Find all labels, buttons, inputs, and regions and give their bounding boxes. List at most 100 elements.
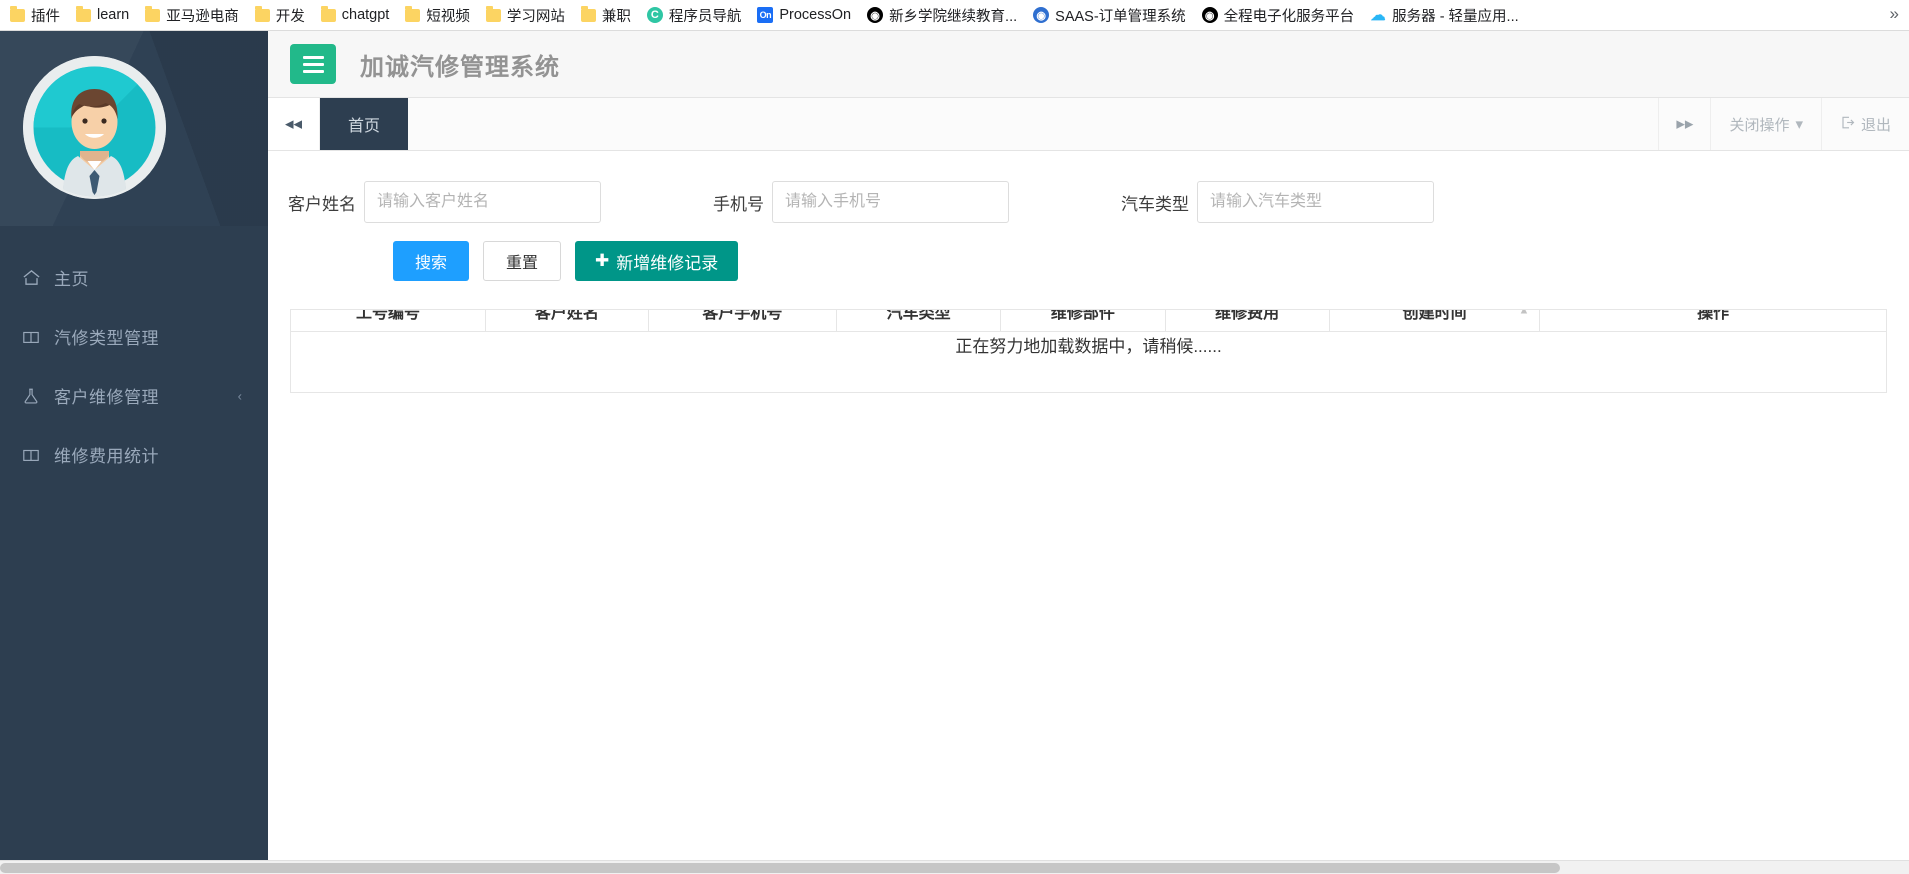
sidebar-item-repair-type[interactable]: 汽修类型管理 [0, 307, 268, 366]
tab-home[interactable]: 首页 [320, 98, 409, 150]
table-header: 工号编号 客户姓名 客户手机号 汽车类型 维修部件 维修费用 创建时间 ▲ 操作 [291, 309, 1886, 332]
logout-button[interactable]: 退出 [1820, 98, 1909, 150]
sidebar-item-label: 客户维修管理 [54, 388, 159, 407]
bookmark-item[interactable]: ◉ SAAS-订单管理系统 [1033, 5, 1186, 26]
close-operations-label: 关闭操作 [1729, 116, 1790, 134]
c-badge-icon: C [646, 7, 663, 23]
folder-icon [254, 5, 270, 22]
chevron-down-icon: ▾ [1795, 116, 1803, 133]
search-actions: 搜索 重置 ✚ 新增维修记录 [268, 223, 1909, 281]
phone-input[interactable] [772, 181, 1009, 223]
field-car-type: 汽车类型 [1121, 181, 1434, 223]
logout-icon [1840, 115, 1855, 134]
hamburger-bar [302, 55, 324, 59]
close-operations-menu[interactable]: 关闭操作 ▾ [1710, 98, 1821, 150]
bookmark-item[interactable]: 插件 [10, 5, 60, 26]
sidebar-item-customer-repair[interactable]: 客户维修管理 ‹ [0, 366, 268, 425]
bookmark-item[interactable]: ◉ 全程电子化服务平台 [1201, 5, 1355, 26]
app-header: 加诚汽修管理系统 [268, 31, 1909, 98]
column-header-car-type[interactable]: 汽车类型 [836, 310, 1002, 332]
flask-icon [22, 387, 50, 405]
globe-icon: ◉ [867, 7, 884, 23]
hamburger-bar [302, 62, 324, 66]
bookmark-item[interactable]: learn [76, 5, 130, 23]
bookmark-item[interactable]: ◉ 新乡学院继续教育... [867, 5, 1017, 26]
bookmark-item[interactable]: 开发 [254, 5, 305, 26]
field-label: 汽车类型 [1121, 194, 1189, 214]
bookmark-item[interactable]: 亚马逊电商 [145, 5, 239, 26]
data-table: 工号编号 客户姓名 客户手机号 汽车类型 维修部件 维修费用 创建时间 ▲ 操作 [291, 309, 1886, 332]
bookmark-item[interactable]: C 程序员导航 [646, 5, 742, 26]
bookmark-item[interactable]: 学习网站 [485, 5, 565, 26]
bookmark-label: 开发 [275, 8, 305, 25]
column-header-customer-phone[interactable]: 客户手机号 [648, 310, 837, 332]
cloud-icon: ☁ [1370, 7, 1387, 24]
column-header-customer-name[interactable]: 客户姓名 [485, 310, 649, 332]
add-repair-record-button[interactable]: ✚ 新增维修记录 [575, 241, 739, 281]
sort-ascending-icon[interactable]: ▲ [1518, 310, 1529, 316]
bookmark-label: 兼职 [601, 8, 631, 25]
folder-icon [76, 5, 91, 22]
sidebar-menu: 主页 汽修类型管理 客户维修管理 ‹ 维修费用统计 [0, 226, 268, 484]
bookmark-label: ProcessOn [779, 7, 852, 23]
sidebar-item-label: 维修费用统计 [54, 447, 159, 466]
field-customer-name: 客户姓名 [288, 181, 601, 223]
bookmarks-overflow-button[interactable]: » [1890, 4, 1899, 24]
horizontal-scrollbar[interactable] [0, 860, 1909, 874]
add-repair-record-label: 新增维修记录 [616, 253, 719, 273]
bookmark-label: learn [97, 7, 130, 23]
bookmark-label: 服务器 - 轻量应用... [1392, 8, 1519, 25]
plus-icon: ✚ [595, 251, 610, 270]
table-header-row: 工号编号 客户姓名 客户手机号 汽车类型 维修部件 维修费用 创建时间 ▲ 操作 [291, 309, 1886, 332]
folder-icon [485, 5, 501, 22]
bookmark-label: SAAS-订单管理系统 [1055, 8, 1186, 25]
search-form: 客户姓名 手机号 汽车类型 [268, 151, 1909, 223]
column-header-work-no[interactable]: 工号编号 [291, 310, 487, 332]
chevron-double-right-icon[interactable]: ▸▸ [1658, 98, 1710, 150]
bookmark-item[interactable]: On ProcessOn [757, 7, 851, 23]
globe-icon: ◉ [1201, 7, 1218, 23]
folder-icon [10, 5, 25, 22]
horizontal-scrollbar-thumb[interactable] [0, 863, 1560, 873]
avatar[interactable] [23, 56, 166, 199]
columns-icon [22, 446, 50, 464]
car-type-input[interactable] [1197, 181, 1434, 223]
column-header-create-time[interactable]: 创建时间 ▲ [1329, 309, 1541, 332]
bookmark-item[interactable]: chatgpt [320, 5, 390, 23]
sidebar-item-repair-cost-stats[interactable]: 维修费用统计 [0, 425, 268, 484]
sidebar: 主页 汽修类型管理 客户维修管理 ‹ 维修费用统计 [0, 31, 268, 874]
home-icon [22, 268, 50, 287]
folder-icon [145, 5, 161, 22]
search-button[interactable]: 搜索 [393, 241, 470, 281]
page-title: 加诚汽修管理系统 [360, 53, 560, 81]
bookmark-label: chatgpt [341, 7, 390, 23]
bookmark-item[interactable]: 兼职 [580, 5, 631, 26]
tab-bar: ◂◂ 首页 ▸▸ 关闭操作 ▾ 退出 [268, 98, 1909, 151]
bookmark-label: 新乡学院继续教育... [889, 8, 1018, 25]
column-header-create-time-label: 创建时间 [1402, 309, 1467, 322]
column-header-actions[interactable]: 操作 [1539, 310, 1886, 332]
columns-icon [22, 328, 50, 346]
bookmark-item[interactable]: ☁ 服务器 - 轻量应用... [1370, 5, 1519, 26]
logout-label: 退出 [1860, 116, 1891, 134]
bookmark-label: 插件 [31, 8, 60, 25]
customer-name-input[interactable] [364, 181, 601, 223]
app-shell: 主页 汽修类型管理 客户维修管理 ‹ 维修费用统计 加诚汽修管理系统 ◂◂ 首页… [0, 31, 1909, 874]
field-label: 客户姓名 [288, 194, 356, 214]
folder-icon [580, 5, 596, 22]
blue-globe-icon: ◉ [1033, 7, 1050, 23]
hamburger-icon[interactable] [290, 44, 336, 84]
chevron-double-left-icon[interactable]: ◂◂ [268, 98, 320, 150]
column-header-repair-cost[interactable]: 维修费用 [1165, 310, 1330, 332]
bookmark-label: 学习网站 [506, 8, 565, 25]
sidebar-item-home[interactable]: 主页 [0, 248, 268, 307]
main-content: 客户姓名 手机号 汽车类型 搜索 重置 ✚ 新增维修记录 [268, 151, 1909, 874]
column-header-repair-part[interactable]: 维修部件 [1000, 310, 1166, 332]
reset-button[interactable]: 重置 [483, 241, 562, 281]
bookmark-label: 亚马逊电商 [166, 8, 239, 25]
bookmark-label: 程序员导航 [668, 8, 742, 25]
field-phone: 手机号 [713, 181, 1009, 223]
bookmark-item[interactable]: 短视频 [405, 5, 470, 26]
browser-bookmarks-bar: 插件 learn 亚马逊电商 开发 chatgpt 短视频 学习网站 兼职 C … [0, 0, 1909, 31]
bookmark-label: 全程电子化服务平台 [1223, 8, 1355, 25]
